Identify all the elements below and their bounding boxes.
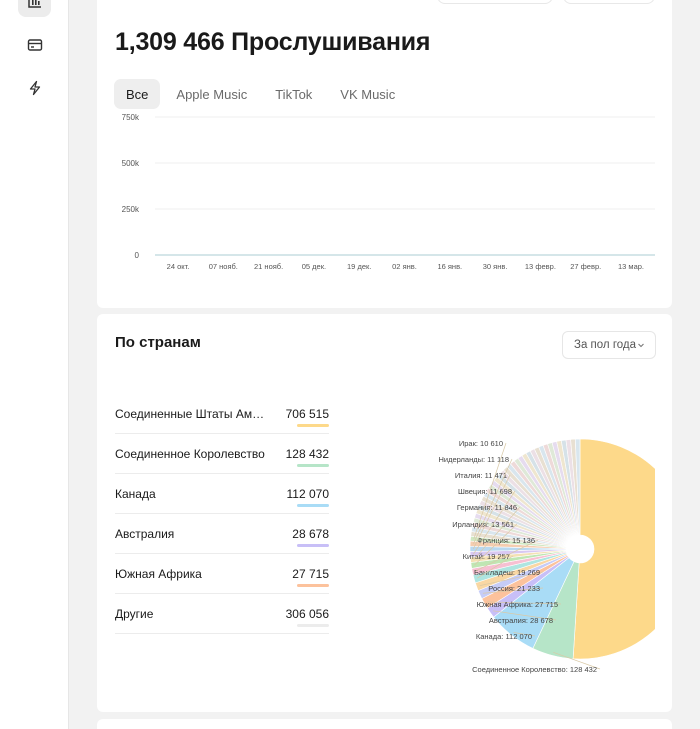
x-tick-label: 07 нояб. bbox=[209, 262, 238, 271]
tab-vk-music[interactable]: VK Music bbox=[328, 79, 407, 109]
section-title: По странам bbox=[115, 334, 201, 351]
next-card bbox=[97, 719, 672, 729]
pie-label: Южная Африка: 27 715 bbox=[477, 600, 558, 609]
pie-label: Россия: 21 233 bbox=[488, 584, 540, 593]
toolbar-button[interactable] bbox=[563, 0, 655, 4]
country-value: 27 715 bbox=[292, 567, 329, 581]
country-color-bar bbox=[297, 584, 329, 587]
x-tick-label: 24 окт. bbox=[167, 262, 190, 271]
y-tick-label: 500k bbox=[122, 159, 140, 168]
x-tick-label: 27 февр. bbox=[570, 262, 601, 271]
sidebar-item-payments[interactable] bbox=[18, 28, 51, 61]
y-tick-label: 250k bbox=[122, 205, 140, 214]
pie-label: Нидерланды: 11 118 bbox=[438, 455, 509, 464]
country-row: Соединенные Штаты Аме… 706 515 bbox=[115, 394, 329, 434]
country-row: Южная Африка 27 715 bbox=[115, 554, 329, 594]
country-name: Австралия bbox=[115, 527, 175, 541]
country-name: Южная Африка bbox=[115, 567, 202, 581]
country-color-bar bbox=[297, 544, 329, 547]
country-row: Другие 306 056 bbox=[115, 594, 329, 634]
country-color-bar bbox=[297, 624, 329, 627]
country-row: Канада 112 070 bbox=[115, 474, 329, 514]
country-value: 28 678 bbox=[292, 527, 329, 541]
card-icon bbox=[27, 38, 42, 51]
pie-slice-largest bbox=[572, 438, 655, 660]
lightning-icon bbox=[29, 80, 40, 95]
country-value: 706 515 bbox=[285, 407, 329, 421]
toolbar-button[interactable] bbox=[437, 0, 553, 4]
y-tick-label: 750k bbox=[122, 113, 140, 122]
period-select[interactable]: За пол года bbox=[562, 331, 656, 359]
country-name: Канада bbox=[115, 487, 156, 501]
bar-chart-icon bbox=[27, 0, 41, 8]
x-tick-label: 16 янв. bbox=[437, 262, 462, 271]
x-tick-label: 21 нояб. bbox=[254, 262, 283, 271]
countries-card: По странам За пол года Соединенные Штаты… bbox=[97, 314, 672, 712]
country-color-bar bbox=[297, 424, 329, 427]
sidebar-item-promo[interactable] bbox=[18, 71, 51, 104]
country-color-bar bbox=[297, 464, 329, 467]
country-name: Соединенное Королевство bbox=[115, 447, 265, 461]
country-row: Соединенное Королевство 128 432 bbox=[115, 434, 329, 474]
pie-label: Соединенное Королевство: 128 432 bbox=[472, 665, 597, 674]
pie-label: Канада: 112 070 bbox=[476, 632, 532, 641]
x-tick-label: 05 дек. bbox=[302, 262, 326, 271]
country-value: 306 056 bbox=[285, 607, 329, 621]
sidebar-item-analytics[interactable] bbox=[18, 0, 51, 17]
period-select-value: За пол года bbox=[574, 339, 637, 351]
country-list: Соединенные Штаты Аме… 706 515 Соединенное… bbox=[115, 394, 329, 634]
pie-label: Ирак: 10 610 bbox=[459, 439, 503, 448]
country-name: Соединенные Штаты Аме… bbox=[115, 407, 265, 421]
pie-label: Франция: 15 136 bbox=[477, 536, 535, 545]
page-title: 1,309 466 Прослушивания bbox=[115, 28, 431, 56]
country-name: Другие bbox=[115, 607, 154, 621]
tab-apple-music[interactable]: Apple Music bbox=[164, 79, 259, 109]
country-value: 112 070 bbox=[286, 487, 330, 501]
country-row: Австралия 28 678 bbox=[115, 514, 329, 554]
pie-label: Италия: 11 471 bbox=[455, 471, 507, 480]
x-tick-label: 30 янв. bbox=[483, 262, 508, 271]
countries-pie-chart: Соединенное Королевство: 128 432 Канада: … bbox=[438, 438, 655, 674]
pie-label: Швеция: 11 698 bbox=[458, 487, 512, 496]
platform-tabs: Все Apple Music TikTok VK Music bbox=[114, 79, 411, 109]
x-tick-label: 13 мар. bbox=[618, 262, 644, 271]
x-tick-label: 19 дек. bbox=[347, 262, 371, 271]
country-color-bar bbox=[297, 504, 329, 507]
tab-tiktok[interactable]: TikTok bbox=[263, 79, 324, 109]
streams-card: 1,309 466 Прослушивания Все Apple Music … bbox=[97, 0, 672, 308]
streams-line-chart: 750k 500k 250k 0 24 окт. 07 нояб. 21 нояб. 05 д… bbox=[122, 113, 655, 271]
x-tick-label: 02 янв. bbox=[392, 262, 417, 271]
pie-label: Германия: 11 846 bbox=[457, 503, 517, 512]
y-tick-label: 0 bbox=[135, 251, 140, 260]
pie-label: Бангладеш: 19 269 bbox=[474, 568, 540, 577]
sidebar bbox=[0, 0, 69, 729]
chevron-down-icon bbox=[638, 343, 644, 348]
tab-all[interactable]: Все bbox=[114, 79, 161, 109]
x-tick-label: 13 февр. bbox=[525, 262, 556, 271]
country-value: 128 432 bbox=[285, 447, 329, 461]
pie-label: Австралия: 28 678 bbox=[489, 616, 553, 625]
